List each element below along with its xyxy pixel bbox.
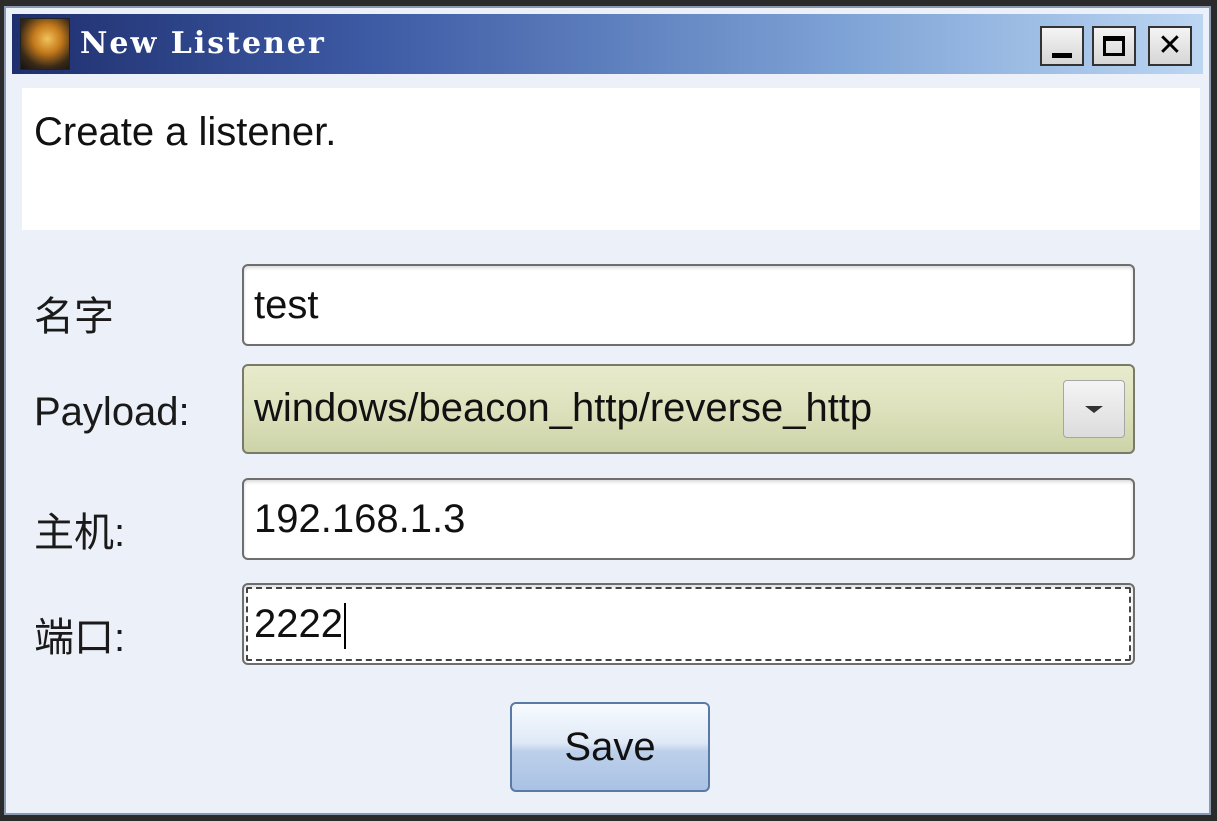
window-title: New Listener [80,26,326,61]
close-icon: ✕ [1157,28,1183,63]
payload-select-value: windows/beacon_http/reverse_http [254,386,873,430]
host-field-value: 192.168.1.3 [254,497,466,541]
description-panel: Create a listener. [22,88,1200,230]
app-icon [20,18,70,70]
payload-select[interactable]: windows/beacon_http/reverse_http [242,364,1135,454]
name-label: 名字 [34,295,114,339]
payload-dropdown-button[interactable] [1063,380,1125,438]
name-field[interactable]: test [242,264,1135,346]
port-field-value: 2222 [254,602,343,646]
host-field[interactable]: 192.168.1.3 [242,478,1135,560]
title-bar[interactable]: New Listener ✕ [12,14,1203,74]
description-text: Create a listener. [34,110,337,154]
port-field[interactable]: 2222 [242,583,1135,665]
name-field-value: test [254,283,319,327]
host-label: 主机: [34,511,126,555]
text-caret [343,603,346,650]
new-listener-dialog: New Listener ✕ Create a listener. 名字 tes… [4,6,1211,815]
minimize-icon [1052,52,1072,58]
save-button[interactable]: Save [510,702,710,792]
chevron-down-icon [1085,405,1103,413]
maximize-button[interactable] [1092,26,1136,66]
close-button[interactable]: ✕ [1148,26,1192,66]
payload-label: Payload: [34,390,190,434]
port-label: 端口: [34,616,126,660]
minimize-button[interactable] [1040,26,1084,66]
maximize-icon [1103,36,1125,56]
